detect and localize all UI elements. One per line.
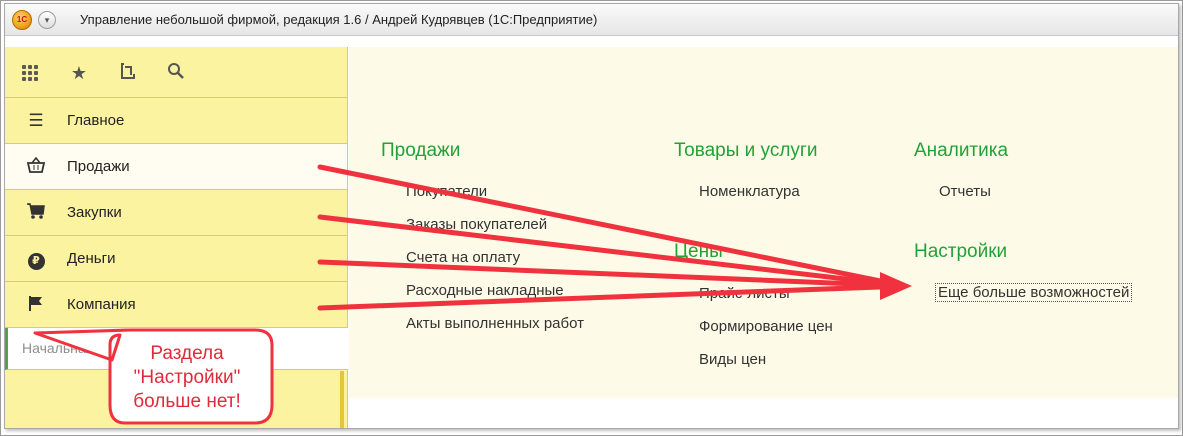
callout-text: Раздела "Настройки" больше нет! xyxy=(133,343,241,412)
star-icon[interactable]: ★ xyxy=(68,62,90,84)
sidebar-item-label: Главное xyxy=(67,112,125,129)
sidebar-item-label: Компания xyxy=(67,296,136,313)
cart-icon xyxy=(25,202,47,224)
sidebar-item-company[interactable]: Компания xyxy=(5,282,347,328)
sales-link[interactable]: Покупатели xyxy=(406,183,487,200)
menu-lines-icon: ☰ xyxy=(28,111,44,130)
bottom-area xyxy=(349,398,1178,428)
sidebar-item-label: Продажи xyxy=(67,158,130,175)
sales-link[interactable]: Счета на оплату xyxy=(406,249,520,266)
sales-link[interactable]: Акты выполненных работ xyxy=(406,315,584,332)
window-title: Управление небольшой фирмой, редакция 1.… xyxy=(80,12,598,27)
ruble-coin-icon: ₽ xyxy=(25,248,47,270)
sidebar-toolbar: ★ xyxy=(5,47,347,98)
basket-icon xyxy=(25,156,47,178)
sidebar-item-main[interactable]: ☰ Главное xyxy=(5,98,347,144)
goods-section-title: Товары и услуги xyxy=(674,140,818,161)
section-content: Продажи Покупатели Заказы покупателей Сч… xyxy=(349,47,1178,398)
settings-link[interactable]: Еще больше возможностей xyxy=(935,283,1133,302)
sidebar-item-purchases[interactable]: Закупки xyxy=(5,190,347,236)
prices-link[interactable]: Прайс-листы xyxy=(699,285,790,302)
goods-link[interactable]: Номенклатура xyxy=(699,183,800,200)
sidebar-item-label: Деньги xyxy=(67,250,116,267)
title-bar: 1С ▾ Управление небольшой фирмой, редакц… xyxy=(5,4,1178,36)
app-logo: 1С xyxy=(12,10,32,30)
main-menu-button[interactable]: ▾ xyxy=(38,11,56,29)
apps-grid-icon[interactable] xyxy=(19,62,41,84)
start-page-label: Начальная xyxy=(22,340,94,356)
sales-section-title: Продажи xyxy=(381,140,461,161)
sales-link[interactable]: Расходные накладные xyxy=(406,282,564,299)
settings-section-title: Настройки xyxy=(914,241,1008,262)
prices-link[interactable]: Виды цен xyxy=(699,351,766,368)
analytics-section-title: Аналитика xyxy=(914,140,1009,161)
analytics-link[interactable]: Отчеты xyxy=(939,183,991,200)
sidebar-item-sales[interactable]: Продажи xyxy=(5,144,347,190)
flag-icon xyxy=(25,294,47,316)
search-icon[interactable] xyxy=(165,62,187,84)
sales-link[interactable]: Заказы покупателей xyxy=(406,216,547,233)
prices-section-title: Цены xyxy=(674,241,723,262)
history-icon[interactable] xyxy=(117,62,139,84)
sidebar-item-label: Закупки xyxy=(67,204,122,221)
sidebar-item-money[interactable]: ₽ Деньги xyxy=(5,236,347,282)
prices-link[interactable]: Формирование цен xyxy=(699,318,833,335)
